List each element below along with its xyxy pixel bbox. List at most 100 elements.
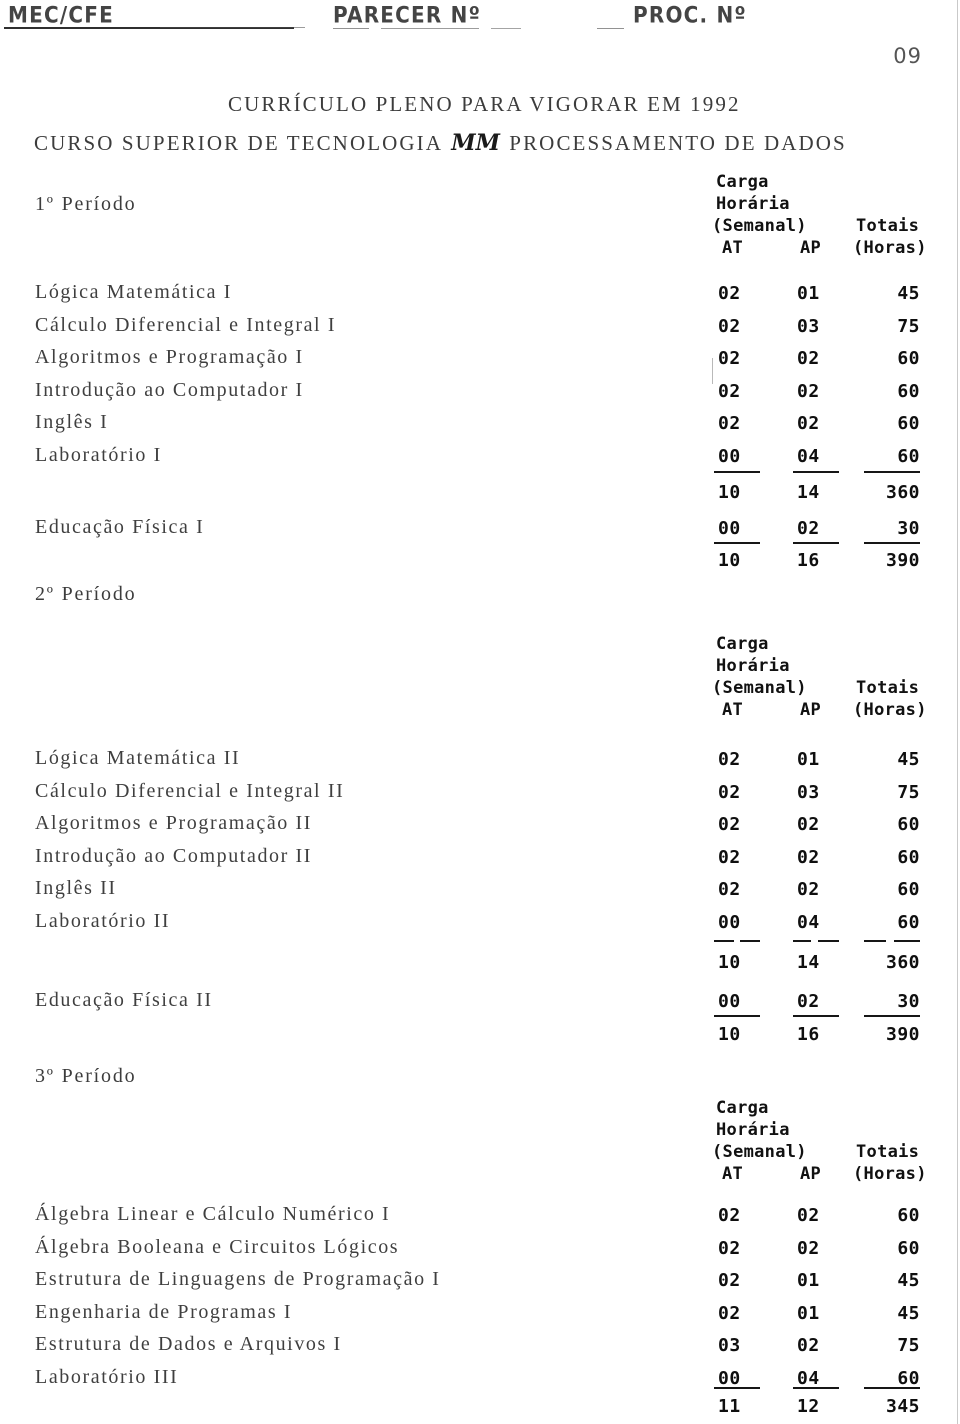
cell-ap-p2-subtotal: 14 [797, 952, 820, 973]
period-label-2: 2º Período [35, 583, 137, 605]
col-header-horaria-label: Horária [716, 194, 790, 214]
period-label-1: 1º Período [35, 193, 137, 215]
col-header-semanal-label: (Semanal) [712, 216, 807, 236]
cell-ap-p3-subtotal: 12 [797, 1396, 820, 1417]
course-name-p1-1: Cálculo Diferencial e Integral I [35, 313, 337, 336]
cell-total-p3-subtotal: 345 [885, 1396, 920, 1417]
subtotal-rule [714, 542, 760, 544]
cell-at-p1-2: 02 [718, 348, 741, 370]
cell-total-p3-5: 60 [897, 1368, 920, 1389]
cell-ap-p2-2: 02 [797, 814, 820, 836]
subtotal-rule [740, 940, 760, 942]
cell-at-p3-subtotal: 11 [718, 1396, 741, 1417]
cell-at-p1-extra: 00 [718, 518, 741, 539]
cell-total-p3-1: 60 [897, 1237, 920, 1259]
subtotal-rule [793, 1015, 839, 1017]
col-header-ap-label: AP [800, 700, 822, 720]
course-name-p2-extra: Educação Física II [35, 989, 213, 1011]
cell-total-p2-1: 75 [897, 781, 920, 803]
course-name-p2-0: Lógica Matemática II [35, 747, 241, 769]
course-title-mark: MM [451, 130, 500, 156]
cell-total-p1-extra: 30 [897, 518, 920, 539]
header-rule-segment [160, 27, 305, 28]
cell-at-p1-grandtotal: 10 [718, 550, 741, 571]
subtotal-rule [864, 1015, 920, 1017]
cell-at-p1-5: 00 [718, 446, 741, 467]
col-header-semanal-label: (Semanal) [712, 1142, 807, 1162]
course-name-p2-3: Introdução ao Computador II [35, 844, 313, 867]
cell-ap-p3-0: 02 [797, 1205, 820, 1226]
cell-ap-p3-4: 02 [797, 1335, 820, 1357]
cell-at-p2-subtotal: 10 [718, 952, 741, 973]
cell-at-p3-5: 00 [718, 1368, 741, 1389]
cell-at-p2-3: 02 [718, 846, 741, 868]
header-rule-segment [491, 28, 521, 29]
course-title-suffix: PROCESSAMENTO DE DADOS [501, 131, 847, 155]
col-header-semanal-label: (Semanal) [712, 678, 807, 698]
cell-total-p3-3: 45 [897, 1302, 920, 1324]
cell-total-p1-subtotal: 360 [885, 482, 920, 503]
cell-total-p2-2: 60 [897, 814, 920, 836]
subtotal-rule [793, 1387, 839, 1389]
subtotal-rule [864, 940, 886, 942]
cell-total-p1-grandtotal: 390 [885, 550, 920, 571]
cell-ap-p1-grandtotal: 16 [797, 550, 820, 571]
col-header-ap-label: AP [800, 1164, 822, 1184]
course-name-p3-1: Álgebra Booleana e Circuitos Lógicos [35, 1235, 400, 1258]
cell-ap-p2-1: 03 [797, 781, 820, 803]
cell-total-p2-5: 60 [897, 912, 920, 933]
col-header-totais-label: Totais [856, 216, 920, 236]
cell-ap-p2-0: 01 [797, 749, 820, 770]
header-rule-segment [597, 28, 624, 29]
cell-ap-p1-3: 02 [797, 380, 820, 402]
header-parecer-label: PARECER Nº [333, 1, 482, 28]
page-number: 09 [893, 44, 922, 68]
col-header-carga-label: Carga [716, 172, 769, 192]
cell-ap-p1-subtotal: 14 [797, 482, 820, 503]
course-title: CURSO SUPERIOR DE TECNOLOGIA MM PROCESSA… [34, 130, 847, 156]
cell-ap-p1-1: 03 [797, 315, 820, 337]
cell-at-p1-1: 02 [718, 315, 741, 337]
cell-total-p2-4: 60 [897, 879, 920, 901]
subtotal-rule [793, 471, 839, 473]
cell-ap-p1-2: 02 [797, 348, 820, 370]
cell-at-p1-0: 02 [718, 283, 741, 304]
cell-at-p1-subtotal: 10 [718, 482, 741, 503]
cell-total-p2-0: 45 [897, 749, 920, 770]
cell-ap-p3-2: 01 [797, 1270, 820, 1292]
course-name-p2-5: Laboratório II [35, 910, 171, 932]
col-header-carga-label: Carga [716, 634, 769, 654]
cell-at-p3-2: 02 [718, 1270, 741, 1292]
cell-total-p1-5: 60 [897, 446, 920, 467]
course-name-p1-extra: Educação Física I [35, 516, 205, 538]
course-name-p3-5: Laboratório III [35, 1366, 179, 1388]
cell-at-p2-0: 02 [718, 749, 741, 770]
cell-ap-p2-3: 02 [797, 846, 820, 868]
course-name-p1-0: Lógica Matemática I [35, 281, 232, 303]
cell-at-p3-3: 02 [718, 1302, 741, 1324]
cell-at-p3-0: 02 [718, 1205, 741, 1226]
cell-ap-p3-1: 02 [797, 1237, 820, 1259]
course-name-p2-2: Algoritmos e Programação II [35, 812, 313, 835]
cell-ap-p1-extra: 02 [797, 518, 820, 539]
cell-total-p3-4: 75 [897, 1335, 920, 1357]
scan-edge-artifact [957, 0, 958, 1424]
cell-at-p2-2: 02 [718, 814, 741, 836]
cell-at-p1-3: 02 [718, 380, 741, 402]
cell-total-p1-0: 45 [897, 283, 920, 304]
course-name-p1-5: Laboratório I [35, 444, 162, 466]
subtotal-rule [793, 940, 811, 942]
cell-total-p2-extra: 30 [897, 991, 920, 1012]
cell-total-p2-grandtotal: 390 [885, 1024, 920, 1045]
course-name-p2-4: Inglês II [35, 877, 117, 900]
cell-total-p1-1: 75 [897, 315, 920, 337]
subtotal-rule [864, 542, 920, 544]
header-agency-label: MEC/CFE [8, 1, 114, 28]
cell-ap-p1-0: 01 [797, 283, 820, 304]
col-header-at-label: AT [722, 1164, 744, 1184]
cell-total-p2-subtotal: 360 [885, 952, 920, 973]
cell-at-p2-extra: 00 [718, 991, 741, 1012]
subtotal-rule [714, 1015, 760, 1017]
col-header-ap-label: AP [800, 238, 822, 258]
cell-ap-p2-5: 04 [797, 912, 820, 933]
